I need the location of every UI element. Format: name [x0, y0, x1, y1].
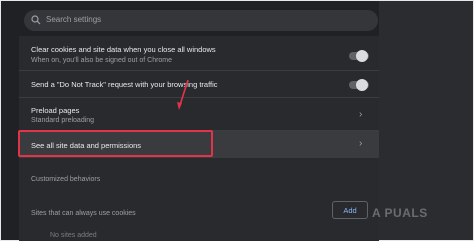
toggle-knob — [356, 79, 368, 91]
left-sidebar-area — [1, 1, 19, 240]
preload-pages-row[interactable]: Preload pages Standard preloading › — [19, 98, 379, 131]
clear-cookies-toggle[interactable] — [349, 50, 369, 62]
row-subtitle: Standard preloading — [31, 117, 95, 124]
clear-cookies-row[interactable]: Clear cookies and site data when you clo… — [19, 39, 379, 71]
section-heading: Customized behaviors — [31, 176, 101, 183]
toggle-knob — [356, 50, 368, 62]
row-title: Preload pages — [31, 106, 80, 115]
row-title: Clear cookies and site data when you clo… — [31, 45, 216, 54]
no-sites-label: No sites added — [50, 232, 97, 239]
add-button[interactable]: Add — [332, 201, 368, 219]
annotation-arrow-icon — [177, 79, 189, 110]
highlight-box — [18, 130, 213, 157]
right-margin-area — [379, 1, 473, 240]
do-not-track-row[interactable]: Send a "Do Not Track" request with your … — [19, 71, 379, 98]
search-icon — [31, 15, 41, 25]
chevron-right-icon: › — [359, 138, 363, 149]
row-subtitle: When on, you'll also be signed out of Ch… — [31, 57, 173, 64]
cookies-allowed-label: Sites that can always use cookies — [31, 210, 136, 217]
do-not-track-toggle[interactable] — [349, 79, 369, 91]
search-bar[interactable]: Search settings — [24, 10, 378, 31]
chevron-right-icon: › — [359, 109, 363, 120]
watermark-logo: A PUALS — [372, 206, 428, 220]
search-input[interactable]: Search settings — [46, 15, 101, 24]
